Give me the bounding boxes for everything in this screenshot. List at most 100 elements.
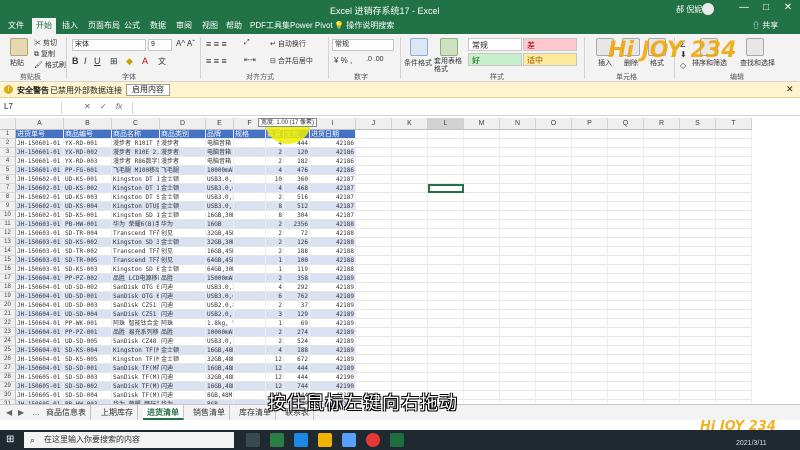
table-cell[interactable]: 358 bbox=[284, 274, 310, 283]
table-cell[interactable]: 8 bbox=[266, 211, 284, 220]
empty-cell[interactable] bbox=[356, 211, 392, 220]
table-cell[interactable] bbox=[234, 373, 266, 382]
empty-cell[interactable] bbox=[356, 220, 392, 229]
empty-cell[interactable] bbox=[536, 247, 572, 256]
empty-cell[interactable] bbox=[572, 373, 608, 382]
function-icon[interactable]: fx bbox=[116, 102, 122, 111]
table-cell[interactable]: 电脑音箱 bbox=[206, 157, 234, 166]
empty-cell[interactable] bbox=[356, 256, 392, 265]
empty-cell[interactable] bbox=[536, 184, 572, 193]
table-cell[interactable]: 32GB,30M bbox=[206, 238, 234, 247]
empty-cell[interactable] bbox=[572, 391, 608, 400]
empty-cell[interactable] bbox=[356, 166, 392, 175]
enter-icon[interactable]: ✓ bbox=[100, 102, 107, 111]
empty-cell[interactable] bbox=[464, 256, 500, 265]
row-header[interactable]: 24 bbox=[0, 337, 16, 346]
empty-cell[interactable] bbox=[500, 247, 536, 256]
empty-cell[interactable] bbox=[644, 292, 680, 301]
table-cell[interactable]: 42189 bbox=[310, 301, 356, 310]
empty-cell[interactable] bbox=[572, 157, 608, 166]
table-cell[interactable]: JH-150605-01 bbox=[16, 373, 64, 382]
empty-cell[interactable] bbox=[680, 193, 716, 202]
empty-cell[interactable] bbox=[716, 319, 752, 328]
font-color-icon[interactable]: A bbox=[142, 56, 148, 66]
empty-cell[interactable] bbox=[608, 157, 644, 166]
table-cell[interactable]: JH-150601-01 bbox=[16, 148, 64, 157]
table-cell[interactable]: 119 bbox=[284, 265, 310, 274]
empty-cell[interactable] bbox=[428, 328, 464, 337]
table-cell[interactable]: 32GB,45M bbox=[206, 229, 234, 238]
table-cell[interactable]: 42189 bbox=[310, 328, 356, 337]
table-cell[interactable]: 闪迪 bbox=[160, 283, 206, 292]
align-left-icon[interactable]: ≡ ≡ ≡ bbox=[206, 56, 227, 66]
empty-cell[interactable] bbox=[392, 265, 428, 274]
table-cell[interactable]: SD-TR-004 bbox=[64, 229, 112, 238]
empty-cell[interactable] bbox=[680, 265, 716, 274]
empty-cell[interactable] bbox=[608, 373, 644, 382]
empty-cell[interactable] bbox=[428, 355, 464, 364]
table-cell[interactable]: 金士顿 bbox=[160, 355, 206, 364]
table-cell[interactable]: 42187 bbox=[310, 211, 356, 220]
empty-cell[interactable] bbox=[392, 373, 428, 382]
empty-cell[interactable] bbox=[392, 364, 428, 373]
table-cell[interactable]: 1 bbox=[266, 319, 284, 328]
empty-cell[interactable] bbox=[428, 202, 464, 211]
empty-cell[interactable] bbox=[680, 337, 716, 346]
table-cell[interactable] bbox=[234, 220, 266, 229]
empty-cell[interactable] bbox=[356, 229, 392, 238]
empty-cell[interactable] bbox=[392, 148, 428, 157]
indent-icon[interactable]: ⇤⇥ bbox=[244, 56, 256, 64]
table-cell[interactable]: 2 bbox=[266, 220, 284, 229]
table-cell[interactable]: SanDisk CZ48 U盘 bbox=[112, 337, 160, 346]
tab-data[interactable]: 数据 bbox=[146, 18, 170, 34]
number-format-select[interactable]: 常规 bbox=[332, 39, 394, 51]
table-cell[interactable]: 69 bbox=[284, 319, 310, 328]
empty-cell[interactable] bbox=[500, 211, 536, 220]
empty-cell[interactable] bbox=[608, 319, 644, 328]
empty-cell[interactable] bbox=[500, 310, 536, 319]
table-cell[interactable]: 1 bbox=[266, 256, 284, 265]
empty-cell[interactable] bbox=[716, 382, 752, 391]
more-sheets-icon[interactable]: … bbox=[32, 408, 40, 417]
empty-cell[interactable] bbox=[716, 265, 752, 274]
empty-cell[interactable] bbox=[500, 148, 536, 157]
empty-cell[interactable] bbox=[608, 175, 644, 184]
table-cell[interactable]: 42190 bbox=[310, 373, 356, 382]
empty-cell[interactable] bbox=[392, 229, 428, 238]
empty-cell[interactable] bbox=[572, 346, 608, 355]
table-cell[interactable]: 10000mAh bbox=[206, 328, 234, 337]
table-cell[interactable]: 42189 bbox=[310, 337, 356, 346]
table-cell[interactable]: 32GB,48M bbox=[206, 355, 234, 364]
empty-cell[interactable] bbox=[356, 301, 392, 310]
empty-cell[interactable] bbox=[356, 139, 392, 148]
empty-cell[interactable] bbox=[356, 355, 392, 364]
empty-cell[interactable] bbox=[500, 184, 536, 193]
tab-power-pivot[interactable]: Power Pivot bbox=[286, 18, 337, 34]
empty-cell[interactable] bbox=[536, 166, 572, 175]
task-view-icon[interactable] bbox=[246, 433, 260, 447]
row-header[interactable]: 19 bbox=[0, 292, 16, 301]
empty-cell[interactable] bbox=[572, 148, 608, 157]
table-cell[interactable]: 16GB,30M bbox=[206, 211, 234, 220]
empty-cell[interactable] bbox=[716, 283, 752, 292]
table-cell[interactable]: 16GB,45M bbox=[206, 247, 234, 256]
table-cell[interactable]: 37 bbox=[284, 301, 310, 310]
table-cell[interactable]: 金士顿 bbox=[160, 346, 206, 355]
row-header[interactable]: 21 bbox=[0, 310, 16, 319]
empty-cell[interactable] bbox=[716, 139, 752, 148]
table-cell[interactable]: JH-150605-01 bbox=[16, 382, 64, 391]
record-icon[interactable] bbox=[366, 433, 380, 447]
empty-cell[interactable] bbox=[608, 391, 644, 400]
empty-cell[interactable] bbox=[428, 139, 464, 148]
empty-cell[interactable] bbox=[428, 157, 464, 166]
empty-cell[interactable] bbox=[428, 373, 464, 382]
empty-cell[interactable] bbox=[680, 175, 716, 184]
table-cell[interactable] bbox=[234, 283, 266, 292]
table-cell[interactable]: SanDisk TF(M)存储卡 bbox=[112, 382, 160, 391]
empty-cell[interactable] bbox=[392, 328, 428, 337]
empty-cell[interactable] bbox=[572, 202, 608, 211]
table-cell[interactable]: 金士顿 bbox=[160, 193, 206, 202]
table-cell[interactable]: Kingston TF(M存储卡 bbox=[112, 346, 160, 355]
table-cell[interactable]: 672 bbox=[284, 355, 310, 364]
close-button[interactable]: ✕ bbox=[780, 2, 796, 16]
